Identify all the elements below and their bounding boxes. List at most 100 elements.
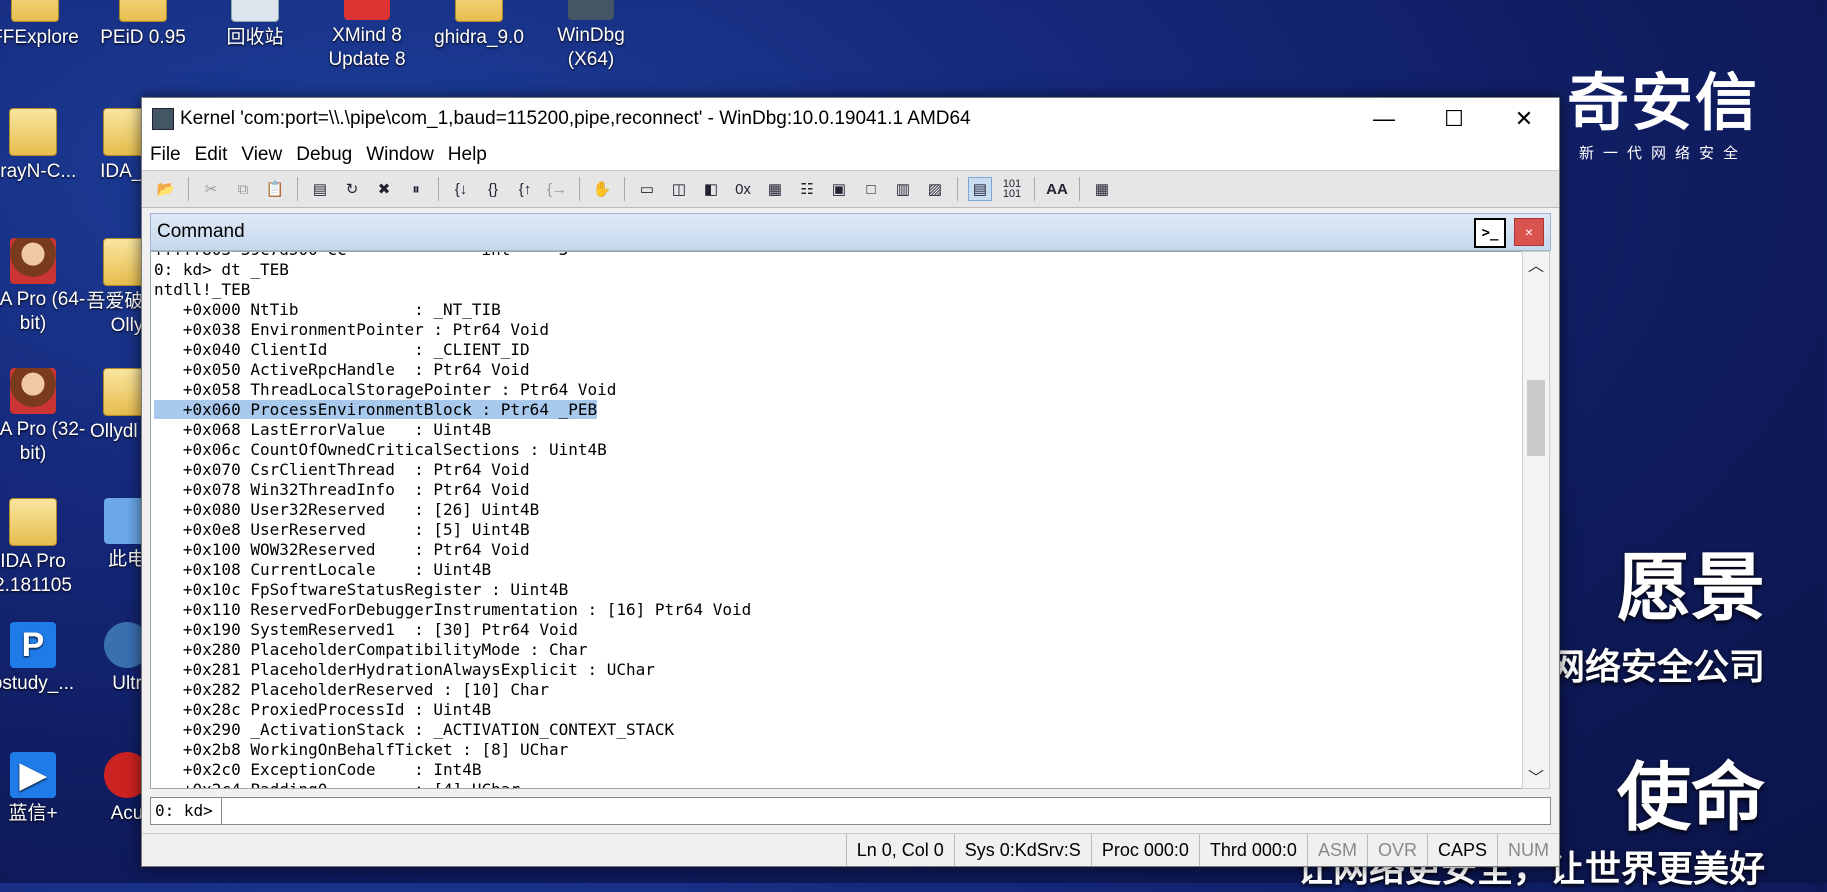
menu-debug[interactable]: Debug — [296, 144, 352, 166]
menu-help[interactable]: Help — [448, 144, 487, 166]
slogan-vision: 愿景 — [1617, 545, 1765, 631]
restart-icon[interactable]: ↻ — [340, 177, 364, 201]
output-line: +0x2b8 WorkingOnBehalfTicket : [8] UChar — [151, 740, 1522, 760]
font-icon[interactable]: AA — [1045, 177, 1069, 201]
toolbar-separator — [957, 177, 958, 201]
scroll-down-icon[interactable]: ﹀ — [1523, 764, 1549, 788]
output-line-text: +0x06c CountOfOwnedCriticalSections : Ui… — [154, 440, 607, 459]
output-line: +0x282 PlaceholderReserved : [10] Char — [151, 680, 1522, 700]
locals-window-icon[interactable]: ◧ — [699, 177, 723, 201]
source-mode-on-icon[interactable]: ▤ — [968, 177, 992, 201]
stop-debugging-icon[interactable]: ✖ — [372, 177, 396, 201]
toolbar-separator — [188, 177, 189, 201]
output-line: +0x000 NtTib : _NT_TIB — [151, 300, 1522, 320]
desktop-icon-ghidra[interactable]: ghidra_9.0 — [424, 0, 534, 50]
output-line: +0x040 ClientId : _CLIENT_ID — [151, 340, 1522, 360]
status-sys: Sys 0:KdSrv:S — [953, 834, 1091, 866]
status-ovr: OVR — [1366, 834, 1427, 866]
menu-window[interactable]: Window — [366, 144, 434, 166]
output-line-text: ntdll!_TEB — [154, 280, 251, 299]
ida-pro-icon — [10, 238, 56, 284]
brand-tagline: 新一代网络安全 — [1578, 145, 1747, 162]
output-line-text: +0x281 PlaceholderHydrationAlwaysExplici… — [154, 660, 655, 679]
output-line-text: +0x280 PlaceholderCompatibilityMode : Ch… — [154, 640, 588, 659]
desktop-icon-label: pstudy_... — [0, 673, 75, 694]
desktop-icon-label: IDA Pro 2.181105 — [0, 551, 72, 596]
disassembly-window-icon[interactable]: ▣ — [827, 177, 851, 201]
source-mode-icon[interactable]: ▨ — [923, 177, 947, 201]
windbg-icon — [152, 108, 174, 130]
desktop-icon-xmind[interactable]: XMind 8 Update 8 — [312, 0, 422, 72]
output-line-text: +0x040 ClientId : _CLIENT_ID — [154, 340, 530, 359]
output-line-text: +0x2c4 Padding0 : [4] UChar — [154, 780, 520, 788]
menu-view[interactable]: View — [241, 144, 282, 166]
brand-name: 奇安信 — [1566, 66, 1759, 139]
output-line-text: +0x0e8 UserReserved : [5] Uint4B — [154, 520, 530, 539]
output-line: +0x28c ProxiedProcessId : Uint4B — [151, 700, 1522, 720]
vertical-scrollbar[interactable]: ︿ ﹀ — [1522, 251, 1550, 789]
scroll-up-icon[interactable]: ︿ — [1523, 252, 1549, 276]
windbg-icon — [568, 0, 614, 20]
go-icon[interactable]: ▤ — [308, 177, 332, 201]
desktop-icon-peid[interactable]: PEiD 0.95 — [88, 0, 198, 50]
registers-window-icon[interactable]: 0x — [731, 177, 755, 201]
command-output[interactable]: fffff803`39c7d500 cc int 30: kd> dt _TEB… — [150, 251, 1523, 789]
toolbar-separator — [624, 177, 625, 201]
desktop-icon-recycle-bin[interactable]: 回收站 — [200, 0, 310, 50]
output-line-text: +0x10c FpSoftwareStatusRegister : Uint4B — [154, 580, 569, 599]
output-line-text: fffff803`39c7d500 cc int 3 — [154, 252, 568, 259]
windbg-window: Kernel 'com:port=\\.\pipe\com_1,baud=115… — [141, 97, 1560, 867]
run-to-cursor-icon[interactable]: {→ — [545, 177, 569, 201]
output-line: +0x108 CurrentLocale : Uint4B — [151, 560, 1522, 580]
hex-mode-icon[interactable]: 101 101 — [1000, 177, 1024, 201]
toolbar-separator — [1079, 177, 1080, 201]
output-line-text: +0x050 ActiveRpcHandle : Ptr64 Void — [154, 360, 530, 379]
command-window-icon[interactable]: ▭ — [635, 177, 659, 201]
slogan-vision-sub: 网络安全公司 — [1548, 646, 1765, 688]
desktop-icon-windbg[interactable]: WinDbg (X64) — [536, 0, 646, 72]
close-button[interactable]: ✕ — [1489, 98, 1559, 140]
scrollbar-thumb[interactable] — [1527, 380, 1545, 456]
call-stack-window-icon[interactable]: ☷ — [795, 177, 819, 201]
options-icon[interactable]: ▦ — [1090, 177, 1114, 201]
desktop-icon-peexplore[interactable]: FFExplore — [0, 0, 90, 50]
cut-icon[interactable]: ✂ — [199, 177, 223, 201]
output-line: +0x078 Win32ThreadInfo : Ptr64 Void — [151, 480, 1522, 500]
output-line: +0x2c4 Padding0 : [4] UChar — [151, 780, 1522, 788]
desktop-icon-label: PEiD 0.95 — [100, 27, 186, 48]
title-bar[interactable]: Kernel 'com:port=\\.\pipe\com_1,baud=115… — [142, 98, 1559, 140]
desktop-icon-label: Acu — [110, 803, 144, 824]
folder-icon — [9, 498, 57, 546]
paste-icon[interactable]: 📋 — [263, 177, 287, 201]
step-into-icon[interactable]: {↓ — [449, 177, 473, 201]
step-over-icon[interactable]: {} — [481, 177, 505, 201]
output-line-text: +0x100 WOW32Reserved : Ptr64 Void — [154, 540, 530, 559]
processes-threads-icon[interactable]: ▥ — [891, 177, 915, 201]
hand-icon[interactable]: ✋ — [590, 177, 614, 201]
copy-icon[interactable]: ⧉ — [231, 177, 255, 201]
output-line-text: +0x190 SystemReserved1 : [30] Ptr64 Void — [154, 620, 578, 639]
open-icon[interactable]: 📂 — [154, 177, 178, 201]
toolbar-separator — [579, 177, 580, 201]
terminal-icon[interactable]: >_ — [1474, 218, 1506, 248]
command-input[interactable] — [221, 798, 1550, 824]
menu-edit[interactable]: Edit — [195, 144, 228, 166]
maximize-button[interactable]: ☐ — [1419, 98, 1489, 140]
desktop-icon-label: 回收站 — [226, 27, 284, 48]
output-line: +0x038 EnvironmentPointer : Ptr64 Void — [151, 320, 1522, 340]
scratch-pad-icon[interactable]: □ — [859, 177, 883, 201]
menu-file[interactable]: File — [150, 144, 181, 166]
toolbar-separator — [297, 177, 298, 201]
command-prompt: 0: kd> — [151, 798, 222, 824]
folder-icon — [11, 0, 59, 22]
memory-window-icon[interactable]: ▦ — [763, 177, 787, 201]
minimize-button[interactable]: — — [1349, 98, 1419, 140]
close-command-window-button[interactable]: × — [1514, 218, 1544, 246]
output-line: +0x10c FpSoftwareStatusRegister : Uint4B — [151, 580, 1522, 600]
watch-window-icon[interactable]: ◫ — [667, 177, 691, 201]
output-line-text: +0x068 LastErrorValue : Uint4B — [154, 420, 492, 439]
break-icon[interactable]: ⏸ — [404, 177, 428, 201]
step-out-icon[interactable]: {↑ — [513, 177, 537, 201]
output-line: +0x058 ThreadLocalStoragePointer : Ptr64… — [151, 380, 1522, 400]
output-line-text: +0x2b8 WorkingOnBehalfTicket : [8] UChar — [154, 740, 569, 759]
